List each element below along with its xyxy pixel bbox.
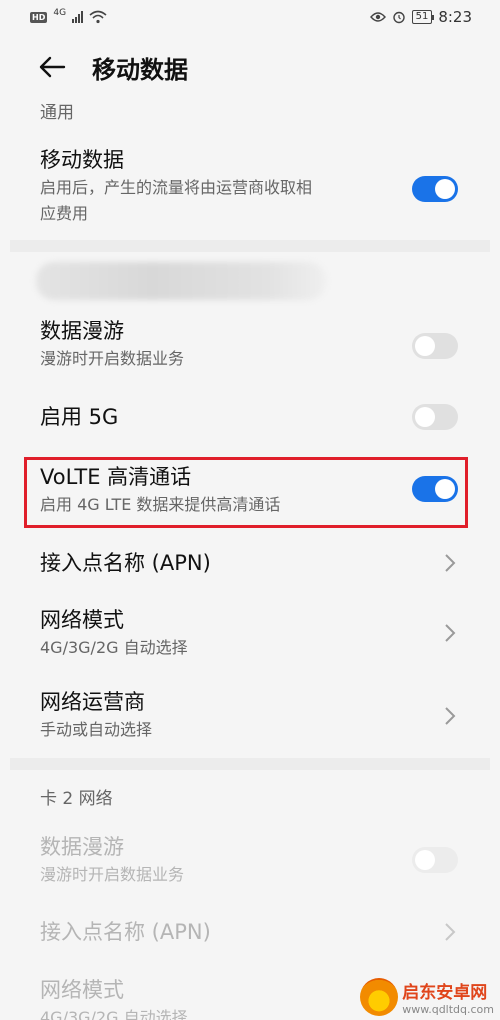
enable-5g-toggle[interactable] bbox=[412, 404, 458, 430]
watermark-logo-icon bbox=[360, 978, 399, 1016]
network-mode-title: 网络模式 bbox=[40, 608, 124, 632]
card2-apn-item: 接入点名称 (APN) bbox=[0, 917, 500, 947]
watermark-text: 启东安卓网 www.qdltdq.com bbox=[402, 978, 494, 1016]
toggle-knob bbox=[435, 179, 455, 199]
status-bar: HD 4G 51 8:23 bbox=[0, 0, 500, 34]
chevron-right-icon bbox=[445, 707, 456, 725]
card2-roaming-toggle bbox=[412, 847, 458, 873]
network-mode-subtitle: 4G/3G/2G 自动选择 bbox=[40, 638, 188, 657]
volte-highlight-box bbox=[24, 457, 468, 528]
toolbar: 移动数据 bbox=[0, 34, 500, 100]
eye-icon bbox=[369, 12, 386, 22]
carrier-subtitle: 手动或自动选择 bbox=[40, 720, 153, 739]
signal-icon bbox=[72, 11, 84, 23]
page-title: 移动数据 bbox=[92, 55, 188, 84]
alarm-icon bbox=[392, 11, 405, 24]
watermark-url: www.qdltdq.com bbox=[402, 1003, 494, 1016]
toggle-knob bbox=[415, 850, 435, 870]
network-type: 4G bbox=[53, 8, 67, 18]
mobile-data-toggle[interactable] bbox=[412, 176, 458, 202]
apn-item[interactable]: 接入点名称 (APN) bbox=[0, 548, 500, 578]
data-roaming-toggle[interactable] bbox=[412, 333, 458, 359]
toggle-knob bbox=[415, 407, 435, 427]
clock: 8:23 bbox=[438, 8, 472, 26]
section-divider bbox=[10, 758, 490, 770]
mobile-data-subtitle-2: 应费用 bbox=[40, 204, 89, 223]
back-arrow-icon[interactable] bbox=[38, 50, 72, 84]
watermark-name: 启东安卓网 bbox=[402, 983, 488, 1003]
status-left: HD 4G bbox=[30, 8, 107, 24]
carrier-title: 网络运营商 bbox=[40, 690, 145, 714]
card2-apn-title: 接入点名称 (APN) bbox=[40, 920, 211, 944]
status-right: 51 8:23 bbox=[369, 8, 472, 26]
section-card2-label: 卡 2 网络 bbox=[40, 789, 113, 809]
watermark: 启东安卓网 www.qdltdq.com bbox=[360, 978, 494, 1016]
carrier-item[interactable]: 网络运营商 手动或自动选择 bbox=[0, 687, 500, 743]
redacted-sim-label bbox=[36, 262, 326, 300]
wifi-icon bbox=[89, 10, 107, 24]
chevron-right-icon bbox=[445, 624, 456, 642]
data-roaming-subtitle: 漫游时开启数据业务 bbox=[40, 349, 185, 368]
chevron-right-icon bbox=[445, 554, 456, 572]
mobile-data-title: 移动数据 bbox=[40, 148, 124, 172]
chevron-right-icon bbox=[445, 923, 456, 941]
network-mode-item[interactable]: 网络模式 4G/3G/2G 自动选择 bbox=[0, 605, 500, 661]
data-roaming-title: 数据漫游 bbox=[40, 319, 124, 343]
battery-icon: 51 bbox=[411, 10, 435, 24]
section-divider bbox=[10, 240, 490, 252]
card2-roaming-subtitle: 漫游时开启数据业务 bbox=[40, 865, 185, 884]
enable-5g-title: 启用 5G bbox=[40, 405, 119, 429]
apn-title: 接入点名称 (APN) bbox=[40, 551, 211, 575]
toggle-knob bbox=[415, 336, 435, 356]
card2-roaming-title: 数据漫游 bbox=[40, 835, 124, 859]
mobile-data-subtitle-1: 启用后，产生的流量将由运营商收取相 bbox=[40, 178, 313, 197]
hd-badge: HD bbox=[30, 11, 48, 23]
section-general-label: 通用 bbox=[40, 103, 74, 123]
